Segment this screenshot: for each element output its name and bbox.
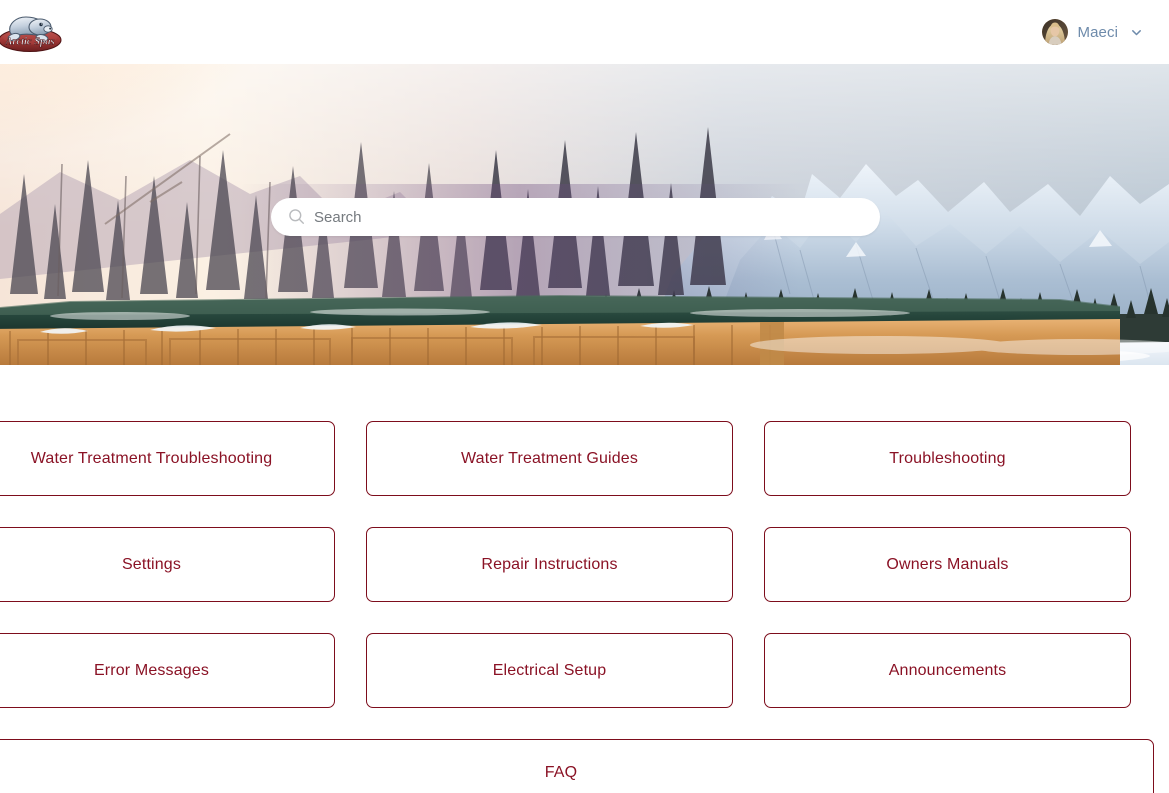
category-card-label: Owners Manuals [886,555,1009,573]
category-card-owners-manuals[interactable]: Owners Manuals [764,527,1131,602]
knowledge-base-page: Arctic Spas Maeci Search Water Treatment… [0,0,1169,793]
svg-text:Arctic Spas: Arctic Spas [4,37,54,48]
chevron-down-icon[interactable] [1130,26,1143,39]
arctic-spas-logo-icon: Arctic Spas [0,16,62,52]
category-card-label: Electrical Setup [492,661,607,679]
category-card-label: Error Messages [93,661,210,679]
category-card-water-treatment-guides[interactable]: Water Treatment Guides [366,421,733,496]
category-card-error-messages[interactable]: Error Messages [0,633,335,708]
hero-search [271,198,880,236]
category-card-water-treatment-troubleshooting[interactable]: Water Treatment Troubleshooting [0,421,335,496]
avatar [1042,19,1069,45]
category-card-label: FAQ [544,763,578,781]
user-avatar-photo-icon [1042,19,1069,45]
search-icon [288,208,305,225]
arctic-spas-logo[interactable]: Arctic Spas [0,8,68,56]
search-box[interactable] [271,198,880,236]
category-card-label: Settings [121,555,181,573]
category-card-electrical-setup[interactable]: Electrical Setup [366,633,733,708]
user-menu[interactable]: Maeci [1040,15,1145,49]
category-card-repair-instructions[interactable]: Repair Instructions [366,527,733,602]
category-card-announcements[interactable]: Announcements [764,633,1131,708]
category-card-label: Troubleshooting [889,449,1006,467]
category-grid: Water Treatment Troubleshooting Water Tr… [0,421,1154,793]
category-card-troubleshooting[interactable]: Troubleshooting [764,421,1131,496]
category-card-settings[interactable]: Settings [0,527,335,602]
category-card-label: Water Treatment Guides [461,449,638,467]
hero-banner [0,64,1169,365]
category-card-faq[interactable]: FAQ [0,739,1154,793]
site-header: Arctic Spas Maeci [0,0,1169,64]
search-input[interactable] [314,208,862,226]
category-card-label: Repair Instructions [481,555,618,573]
user-name-label: Maeci [1077,23,1118,41]
category-card-label: Announcements [888,661,1007,679]
category-card-label: Water Treatment Troubleshooting [30,449,273,467]
